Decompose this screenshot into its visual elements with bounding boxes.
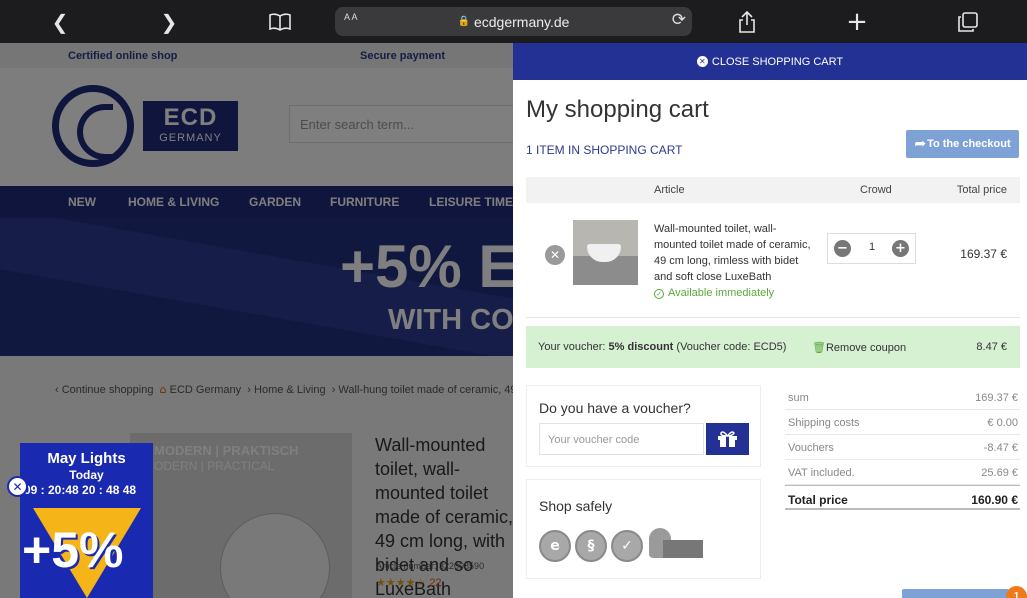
close-icon: ✕ [696, 56, 708, 67]
close-cart-label: CLOSE SHOPPING CART [711, 55, 844, 68]
back-icon[interactable]: ❮ [46, 8, 74, 36]
totals-row-vouchers: Vouchers -8.47 € [785, 435, 1020, 460]
forward-icon[interactable]: ❯ [155, 8, 183, 36]
voucher-discount: 5% discount [608, 341, 674, 353]
checkout-label: To the checkout [927, 138, 1011, 150]
sum-label: sum [788, 392, 809, 404]
total-value: 160.90 € [971, 493, 1018, 507]
cart-totals: sum 169.37 € Shipping costs € 0.00 Voucher… [785, 385, 1020, 510]
check-circle-icon: ✓ [654, 289, 664, 299]
column-article: Article [654, 184, 685, 196]
row-divider [526, 317, 1020, 318]
url-text: ecdgermany.de [473, 13, 570, 30]
totals-row-sum: sum 169.37 € [785, 385, 1020, 410]
quantity-value[interactable]: 1 [863, 241, 881, 253]
address-bar[interactable]: A A 🔒 ecdgermany.de ⟳ [335, 7, 692, 36]
promo-widget[interactable]: May Lights Today 09 : 20:48 20 : 48 48 +… [20, 443, 153, 598]
shop-safely-heading: Shop safely [539, 498, 613, 514]
lock-icon: 🔒 [457, 16, 470, 27]
vouchers-value: -8.47 € [983, 442, 1018, 454]
vouchers-label: Vouchers [788, 442, 834, 454]
close-cart-button[interactable]: ✕ CLOSE SHOPPING CART [513, 43, 1027, 80]
notification-badge[interactable]: 1 [1006, 586, 1027, 598]
voucher-text: Your voucher: 5% discount (Voucher code:… [538, 341, 786, 353]
remove-coupon-label: Remove coupon [825, 342, 907, 354]
reload-icon[interactable]: ⟳ [672, 10, 686, 30]
shipping-value: € 0.00 [987, 417, 1018, 429]
voucher-code: (Voucher code: ECD5) [676, 341, 787, 353]
share-arrow-icon: ➦ [914, 136, 927, 152]
comodo-tag [663, 540, 703, 558]
item-name[interactable]: Wall-mounted toilet, wall-mounted toilet… [654, 221, 812, 285]
shop-safely-box: Shop safely e § ✓ [526, 479, 761, 579]
column-crowd: Crowd [860, 184, 892, 196]
checkout-button[interactable]: ➦ To the checkout [906, 130, 1019, 158]
thumb-toilet [587, 244, 621, 262]
cart-item-count: 1 ITEM IN SHOPPING CART [526, 143, 683, 157]
shopping-cart-panel: ✕ CLOSE SHOPPING CART My shopping cart 1… [513, 43, 1027, 598]
promo-subtitle: Today [69, 468, 104, 482]
voucher-code-input[interactable]: Your voucher code [539, 423, 704, 455]
plus-icon[interactable]: + [892, 240, 909, 257]
trash-icon: 🗑 [812, 341, 826, 354]
item-availability: ✓ Available immediately [654, 287, 774, 299]
quantity-stepper[interactable]: − 1 + [827, 233, 916, 264]
gift-icon [718, 431, 737, 447]
totals-row-shipping: Shipping costs € 0.00 [785, 410, 1020, 435]
browser-toolbar: ❮ ❯ A A 🔒 ecdgermany.de ⟳ + [0, 0, 1027, 43]
paragraph-seal-icon[interactable]: § [575, 530, 607, 562]
promo-title: May Lights [47, 450, 126, 467]
item-price: 169.37 € [960, 247, 1007, 261]
promo-percent: +5% [22, 522, 124, 578]
totals-row-vat: VAT included. 25.69 € [785, 460, 1020, 485]
bookmarks-icon[interactable] [266, 8, 294, 36]
voucher-heading: Do you have a voucher? [539, 400, 691, 416]
voucher-amount: 8.47 € [976, 341, 1007, 353]
column-total: Total price [956, 184, 1007, 196]
remove-coupon-button[interactable]: 🗑Remove coupon [812, 341, 906, 354]
apply-voucher-button[interactable] [706, 423, 749, 455]
share-icon[interactable] [733, 8, 761, 36]
tabs-icon[interactable] [954, 8, 982, 36]
minus-icon[interactable]: − [834, 240, 851, 257]
vat-value: 25.69 € [981, 467, 1018, 479]
applied-voucher: Your voucher: 5% discount (Voucher code:… [526, 326, 1020, 368]
vat-label: VAT included. [788, 467, 855, 479]
check-seal-icon[interactable]: ✓ [611, 530, 643, 562]
voucher-form: Do you have a voucher? Your voucher code [526, 385, 761, 467]
text-size-button[interactable]: A A [344, 13, 358, 22]
comodo-secure-icon[interactable] [649, 528, 703, 560]
promo-close-icon[interactable]: ✕ [7, 476, 28, 497]
cart-table-header: Article Crowd Total price [526, 177, 1020, 203]
sum-value: 169.37 € [975, 392, 1018, 404]
new-tab-icon[interactable]: + [843, 7, 871, 37]
total-label: Total price [788, 493, 848, 507]
ehi-seal-icon[interactable]: e [539, 530, 571, 562]
promo-timer: 09 : 20:48 20 : 48 48 [24, 483, 137, 497]
shipping-label: Shipping costs [788, 417, 860, 429]
item-thumbnail[interactable] [573, 220, 638, 285]
availability-label: Available immediately [668, 287, 775, 299]
totals-row-total: Total price 160.90 € [785, 485, 1020, 510]
cart-title: My shopping cart [526, 96, 709, 123]
voucher-prefix: Your voucher: [538, 341, 606, 353]
bottom-checkout-button[interactable] [902, 589, 1009, 598]
remove-item-icon[interactable]: ✕ [545, 245, 565, 265]
